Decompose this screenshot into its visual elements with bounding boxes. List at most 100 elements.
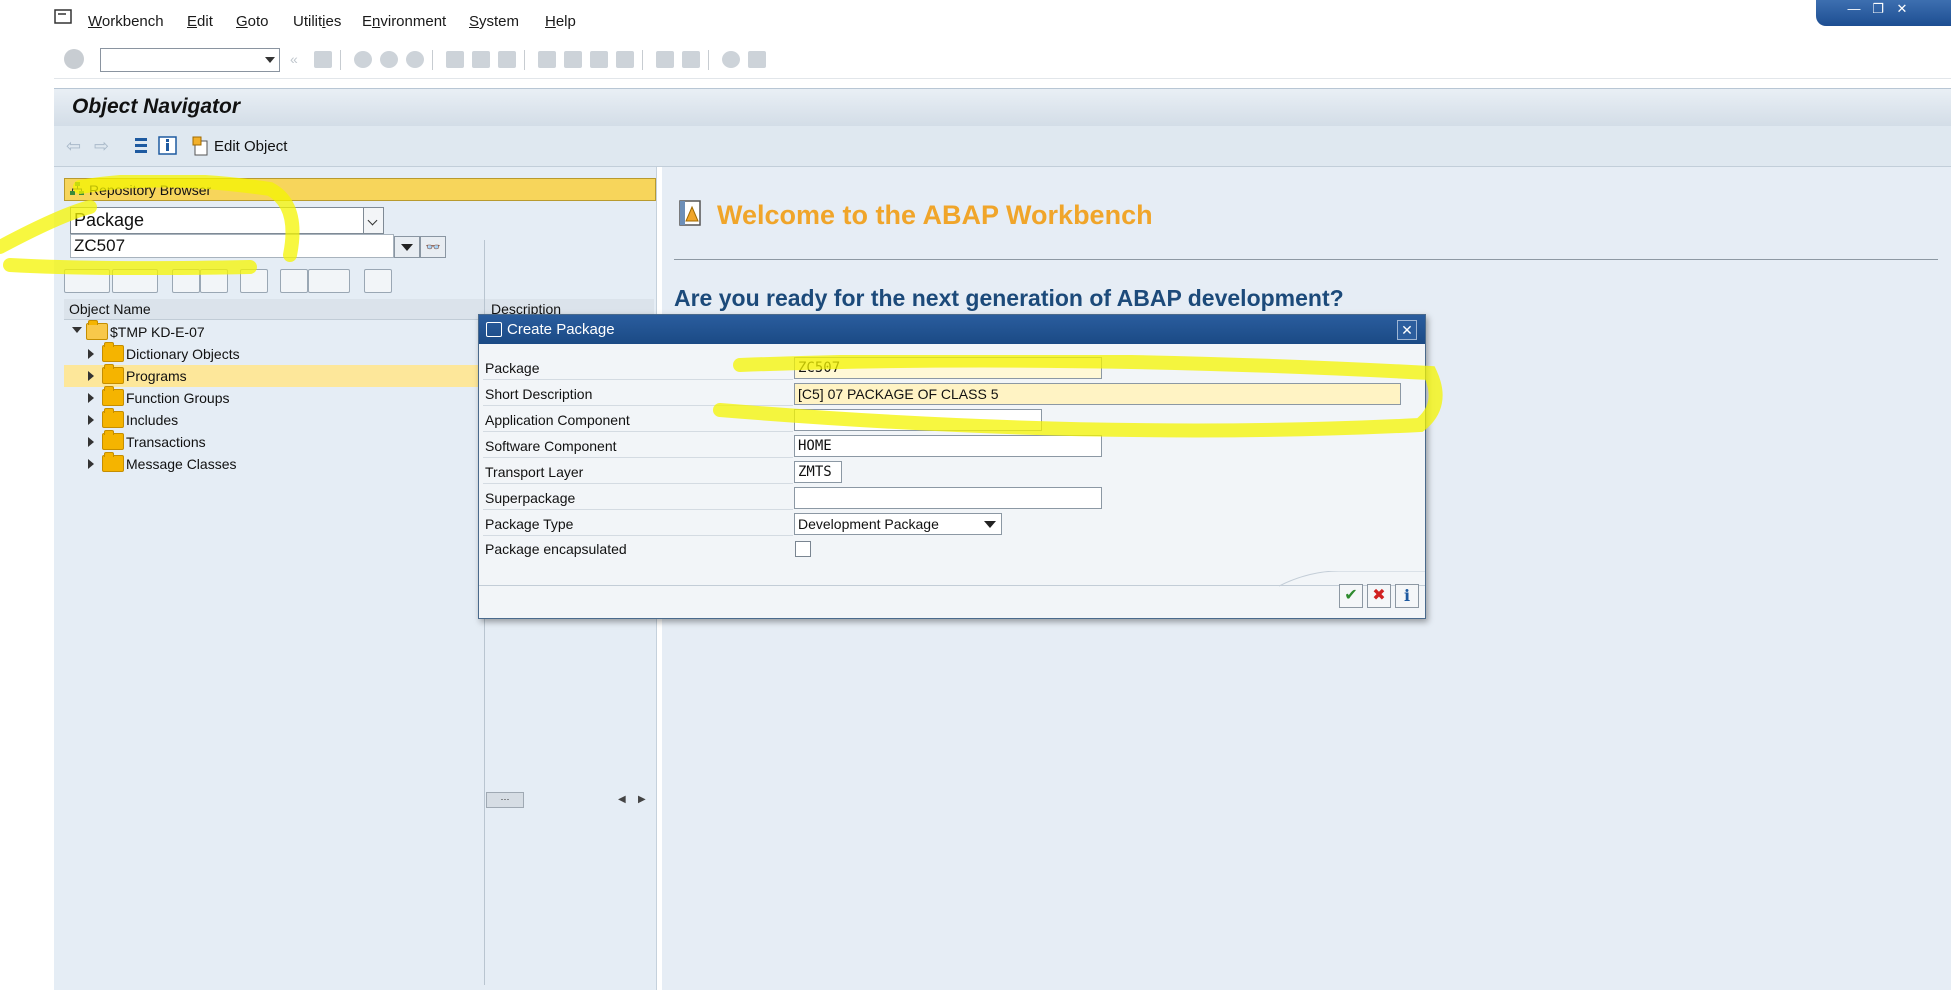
previous-page-icon[interactable] bbox=[564, 51, 582, 68]
menu-system[interactable]: System bbox=[469, 13, 519, 30]
refresh-icon[interactable] bbox=[364, 269, 392, 293]
collapse-all-icon[interactable] bbox=[200, 269, 228, 293]
continue-check-button[interactable]: ✔ bbox=[1339, 584, 1363, 608]
cancel-icon[interactable] bbox=[406, 51, 424, 68]
object-type-value: Package bbox=[74, 210, 145, 230]
next-object-button[interactable] bbox=[112, 269, 158, 293]
exit-icon[interactable] bbox=[380, 51, 398, 68]
tree-node-label: Message Classes bbox=[126, 456, 237, 472]
tree-node-label: Function Groups bbox=[126, 390, 230, 406]
object-type-select[interactable]: Package bbox=[70, 207, 384, 234]
window-icon bbox=[486, 322, 502, 337]
application-component-label: Application Component bbox=[485, 412, 630, 428]
package-type-select[interactable]: Development Package bbox=[794, 513, 1002, 535]
transport-layer-input[interactable]: ZMTS bbox=[794, 461, 842, 483]
expand-triangle-icon[interactable] bbox=[88, 349, 94, 359]
forward-arrow-icon[interactable]: ⇨ bbox=[94, 137, 112, 155]
tree-node-transactions[interactable]: Transactions bbox=[64, 430, 534, 453]
horizontal-scrollbar[interactable]: ··· ◀ ▶ bbox=[484, 790, 646, 808]
enter-check-icon[interactable] bbox=[64, 49, 84, 69]
tree-root-node[interactable]: $TMP KD-E-07 bbox=[64, 320, 534, 343]
scroll-right-icon[interactable]: ▶ bbox=[638, 794, 646, 805]
folder-icon bbox=[102, 430, 124, 450]
tree-node-dictionary-objects[interactable]: Dictionary Objects bbox=[64, 342, 534, 365]
last-page-icon[interactable] bbox=[616, 51, 634, 68]
scrollbar-thumb[interactable]: ··· bbox=[486, 792, 524, 808]
repository-browser-header[interactable]: Repository Browser bbox=[64, 178, 656, 201]
title-bar: Object Navigator bbox=[54, 88, 1951, 127]
menu-environment[interactable]: Environment bbox=[362, 13, 446, 30]
back-arrow-icon[interactable]: ⇦ bbox=[66, 137, 84, 155]
minimize-icon[interactable]: — bbox=[1846, 2, 1862, 16]
expand-triangle-icon[interactable] bbox=[88, 393, 94, 403]
transport-layer-label: Transport Layer bbox=[485, 464, 584, 480]
find-next-icon[interactable] bbox=[498, 51, 516, 68]
display-glasses-icon[interactable]: 👓 bbox=[420, 236, 446, 258]
expand-all-icon[interactable] bbox=[172, 269, 200, 293]
menu-help[interactable]: Help bbox=[545, 13, 576, 30]
first-page-icon[interactable] bbox=[538, 51, 556, 68]
create-package-dialog: Create Package ✕ Package ZC507 Short Des… bbox=[478, 314, 1426, 619]
folder-icon bbox=[102, 386, 124, 406]
object-name-dropdown-button[interactable] bbox=[394, 236, 420, 258]
find-icon[interactable] bbox=[472, 51, 490, 68]
menu-workbench[interactable]: Workbench bbox=[88, 13, 164, 30]
package-encapsulated-checkbox[interactable] bbox=[795, 541, 811, 557]
shortcut-icon[interactable] bbox=[682, 51, 700, 68]
cancel-x-button[interactable]: ✖ bbox=[1367, 584, 1391, 608]
back-icon[interactable] bbox=[354, 51, 372, 68]
expand-triangle-icon[interactable] bbox=[88, 371, 94, 381]
package-input[interactable]: ZC507 bbox=[794, 357, 1102, 379]
tree-node-programs[interactable]: Programs bbox=[64, 364, 534, 387]
chevron-down-icon[interactable] bbox=[265, 57, 275, 63]
system-menu-icon[interactable] bbox=[54, 9, 72, 24]
package-type-label: Package Type bbox=[485, 516, 574, 532]
menu-edit[interactable]: Edit bbox=[187, 13, 213, 30]
collapse-triangle-icon[interactable] bbox=[72, 327, 82, 333]
tree-node-label: Includes bbox=[126, 412, 179, 428]
tree-node-function-groups[interactable]: Function Groups bbox=[64, 386, 534, 409]
expand-triangle-icon[interactable] bbox=[88, 415, 94, 425]
edit-object-button[interactable]: Edit Object bbox=[192, 135, 287, 157]
tree-node-includes[interactable]: Includes bbox=[64, 408, 534, 431]
double-left-icon[interactable]: « bbox=[290, 51, 302, 68]
application-component-input[interactable] bbox=[794, 409, 1042, 431]
scroll-left-icon[interactable]: ◀ bbox=[618, 794, 626, 805]
software-component-input[interactable]: HOME bbox=[794, 435, 1102, 457]
close-icon[interactable]: ✕ bbox=[1397, 320, 1417, 340]
short-description-label: Short Description bbox=[485, 386, 593, 402]
chevron-down-icon[interactable] bbox=[984, 521, 996, 528]
new-session-icon[interactable] bbox=[656, 51, 674, 68]
command-field[interactable] bbox=[100, 48, 280, 72]
folder-icon bbox=[102, 342, 124, 362]
object-name-input[interactable]: ZC507 bbox=[70, 234, 394, 258]
short-description-input[interactable]: [C5] 07 PACKAGE OF CLASS 5 bbox=[794, 383, 1401, 405]
info-button[interactable]: i bbox=[1395, 584, 1419, 608]
favorites-star-icon[interactable] bbox=[308, 269, 350, 293]
close-window-icon[interactable]: ✕ bbox=[1894, 2, 1910, 16]
column-object-name[interactable]: Object Name bbox=[69, 301, 151, 317]
hierarchy-icon[interactable] bbox=[132, 136, 151, 155]
chevron-down-icon[interactable] bbox=[363, 208, 383, 233]
expand-triangle-icon[interactable] bbox=[88, 459, 94, 469]
binoculars-find-icon[interactable] bbox=[240, 269, 268, 293]
print-icon[interactable] bbox=[446, 51, 464, 68]
help-icon[interactable] bbox=[722, 51, 740, 68]
restore-icon[interactable]: ❐ bbox=[1870, 2, 1886, 16]
menu-utilities[interactable]: Utilities bbox=[293, 13, 341, 30]
workbench-book-icon bbox=[679, 200, 701, 226]
layout-settings-icon[interactable] bbox=[748, 51, 766, 68]
object-name-value: ZC507 bbox=[74, 236, 126, 255]
superpackage-input[interactable] bbox=[794, 487, 1102, 509]
next-page-icon[interactable] bbox=[590, 51, 608, 68]
expand-triangle-icon[interactable] bbox=[88, 437, 94, 447]
tree-node-message-classes[interactable]: Message Classes bbox=[64, 452, 534, 475]
menu-goto[interactable]: Goto bbox=[236, 13, 269, 30]
save-icon[interactable] bbox=[314, 51, 332, 68]
tree-root-label: $TMP KD-E-07 bbox=[110, 324, 205, 340]
dialog-title-bar[interactable]: Create Package ✕ bbox=[479, 315, 1425, 344]
add-hierarchy-icon[interactable] bbox=[280, 269, 308, 293]
info-icon[interactable] bbox=[158, 136, 177, 155]
previous-object-button[interactable] bbox=[64, 269, 110, 293]
window-controls: — ❐ ✕ bbox=[1816, 0, 1951, 26]
